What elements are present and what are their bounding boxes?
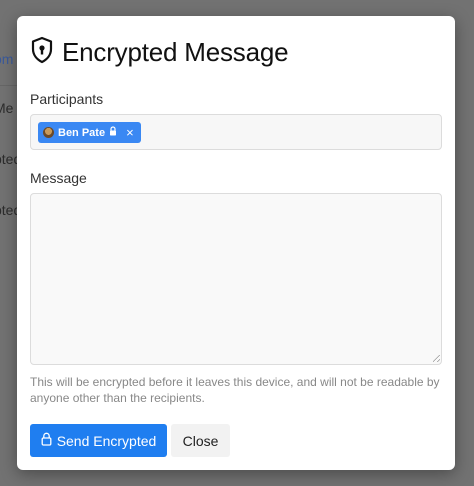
shield-keyhole-icon <box>30 36 54 69</box>
encrypted-message-modal: Encrypted Message Participants Ben Pate … <box>17 16 455 470</box>
lock-icon <box>41 432 52 449</box>
background-link: om <box>0 51 14 67</box>
background-row: Me <box>0 100 14 116</box>
avatar <box>43 127 54 138</box>
message-textarea[interactable] <box>30 193 442 365</box>
participants-field[interactable]: Ben Pate × <box>30 114 442 150</box>
close-icon[interactable]: × <box>126 126 134 139</box>
modal-title: Encrypted Message <box>62 37 289 67</box>
resize-handle-icon[interactable] <box>433 355 440 362</box>
participants-label: Participants <box>30 91 104 107</box>
close-button[interactable]: Close <box>171 424 230 457</box>
modal-header: Encrypted Message <box>30 36 289 69</box>
participant-name: Ben Pate <box>58 126 106 139</box>
send-encrypted-label: Send Encrypted <box>56 432 157 449</box>
message-label: Message <box>30 170 87 186</box>
help-text: This will be encrypted before it leaves … <box>30 375 440 405</box>
participant-chip[interactable]: Ben Pate × <box>38 122 141 143</box>
lock-icon <box>109 126 117 139</box>
send-encrypted-button[interactable]: Send Encrypted <box>30 424 167 457</box>
